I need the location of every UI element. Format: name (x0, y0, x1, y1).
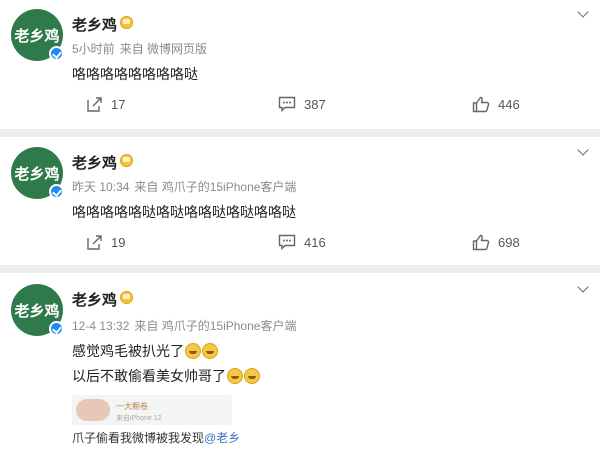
verified-badge-icon (49, 184, 64, 199)
chevron-down-icon[interactable] (577, 144, 589, 156)
image-caption: 爪子偷看我微博被我发现@老乡 (72, 429, 240, 446)
post-time[interactable]: 昨天 10:34 (72, 180, 129, 194)
attached-image[interactable]: 一大颗卷 来自iPhone 12 (72, 395, 232, 425)
repost-count: 17 (111, 97, 126, 112)
blurred-avatar (76, 399, 110, 421)
comment-button[interactable]: 416 (278, 234, 326, 250)
repost-button[interactable]: 19 (86, 234, 125, 251)
post-meta: 昨天 10:34 来自 鸡爪子的15iPhone客户端 (72, 178, 301, 195)
author-name[interactable]: 老乡鸡 (72, 14, 117, 35)
post-card: 老乡鸡 老乡鸡 5小时前 来自 微博网页版 咯咯咯咯咯咯咯咯哒 17 387 44… (0, 0, 600, 129)
crown-icon (120, 16, 133, 29)
post-text-line: 感觉鸡毛被扒光了 (72, 341, 218, 362)
thumb-username: 一大颗卷 (116, 402, 148, 411)
chevron-down-icon[interactable] (577, 6, 589, 18)
crying-face-icon (202, 343, 218, 359)
like-count: 446 (498, 97, 520, 112)
crown-icon (120, 154, 133, 167)
like-icon (472, 96, 490, 113)
comment-icon (278, 234, 296, 250)
post-text-line: 以后不敢偷看美女帅哥了 (72, 366, 260, 387)
post-source: 来自 鸡爪子的15iPhone客户端 (134, 319, 297, 333)
chevron-down-icon[interactable] (577, 281, 589, 293)
comment-icon (278, 96, 296, 112)
like-button[interactable]: 446 (472, 96, 520, 113)
repost-icon (87, 97, 102, 112)
weibo-feed: 老乡鸡 老乡鸡 5小时前 来自 微博网页版 咯咯咯咯咯咯咯咯哒 17 387 44… (0, 0, 600, 449)
crying-face-icon (185, 343, 201, 359)
comment-count: 416 (304, 234, 326, 250)
author-name[interactable]: 老乡鸡 (72, 152, 117, 173)
mention-link[interactable]: @老乡 (204, 431, 240, 445)
comment-button[interactable]: 387 (278, 96, 326, 112)
repost-count: 19 (111, 235, 126, 250)
crown-icon (120, 291, 133, 304)
post-source: 来自 鸡爪子的15iPhone客户端 (134, 180, 297, 194)
thumb-source: 来自iPhone 12 (116, 415, 162, 422)
post-card: 老乡鸡 老乡鸡 昨天 10:34 来自 鸡爪子的15iPhone客户端 咯咯咯咯咯… (0, 137, 600, 265)
post-meta: 5小时前 来自 微博网页版 (72, 40, 212, 57)
crying-face-icon (244, 368, 260, 384)
post-text: 以后不敢偷看美女帅哥了 (72, 368, 226, 384)
verified-badge-icon (49, 46, 64, 61)
post-time[interactable]: 5小时前 (72, 42, 115, 56)
post-text: 咯咯咯咯咯哒咯哒咯咯哒咯哒咯咯哒 (72, 204, 296, 220)
verified-badge-icon (49, 321, 64, 336)
crying-face-icon (227, 368, 243, 384)
repost-button[interactable]: 17 (86, 96, 125, 113)
repost-icon (87, 235, 102, 250)
post-source: 来自 微博网页版 (119, 42, 208, 56)
caption-text: 爪子偷看我微博被我发现 (72, 431, 205, 445)
like-button[interactable]: 698 (472, 234, 520, 251)
comment-count: 387 (304, 96, 326, 112)
like-icon (472, 234, 490, 251)
author-name[interactable]: 老乡鸡 (72, 289, 117, 310)
post-time[interactable]: 12-4 13:32 (72, 319, 129, 333)
like-count: 698 (498, 235, 520, 250)
post-meta: 12-4 13:32 来自 鸡爪子的15iPhone客户端 (72, 317, 301, 334)
post-text: 感觉鸡毛被扒光了 (72, 343, 184, 359)
post-text: 咯咯咯咯咯咯咯咯哒 (72, 66, 198, 82)
